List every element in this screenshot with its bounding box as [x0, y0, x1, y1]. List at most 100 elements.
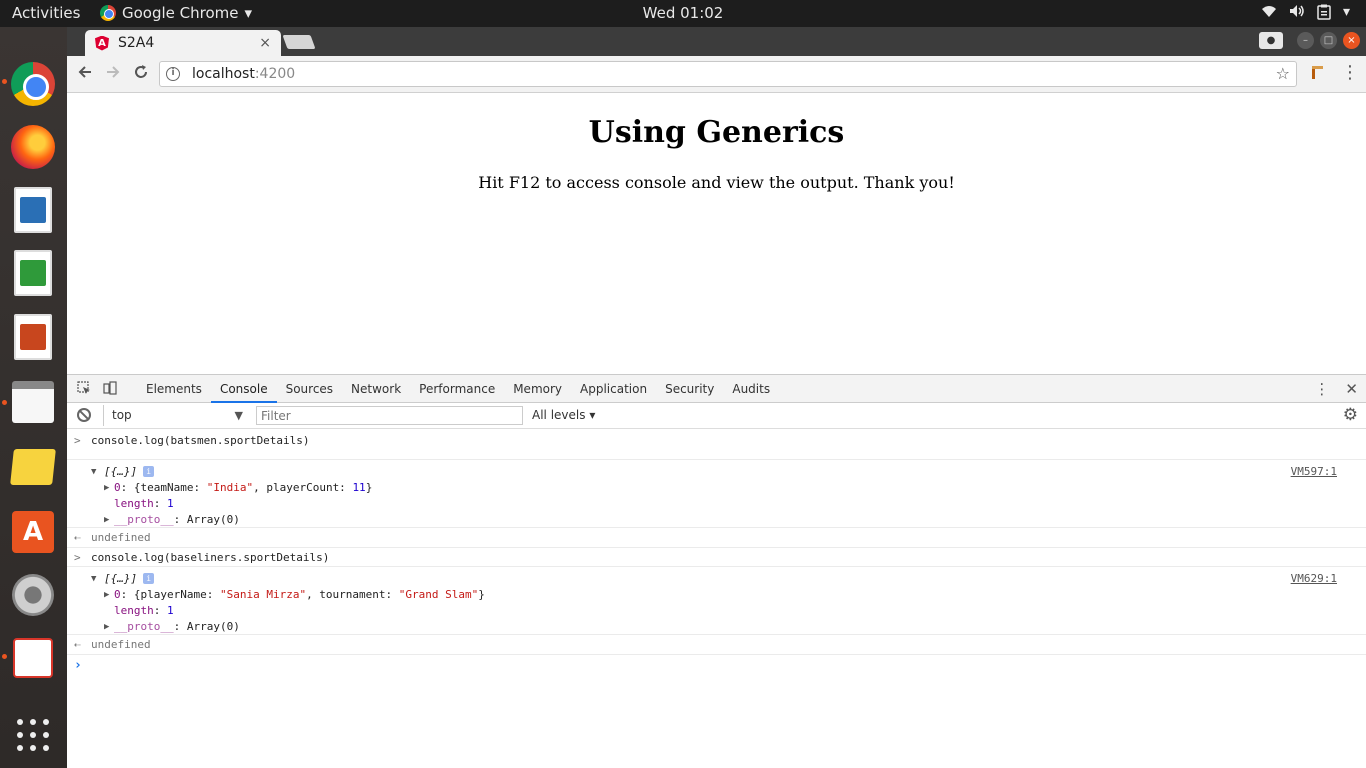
array-summary[interactable]: [{…}] i	[104, 465, 155, 478]
console-prompt[interactable]: ›	[67, 655, 1366, 768]
dock-impress[interactable]	[10, 314, 56, 360]
devtools-panel: Elements Console Sources Network Perform…	[67, 374, 1366, 768]
array-proto[interactable]: __proto__: Array(0)	[114, 513, 240, 526]
chevron-down-icon: ▾	[244, 4, 253, 22]
console-input-entry: > console.log(baseliners.sportDetails)	[67, 548, 1366, 567]
tab-elements[interactable]: Elements	[137, 375, 211, 403]
tab-audits[interactable]: Audits	[723, 375, 779, 403]
document-viewer-icon	[13, 638, 53, 678]
source-link[interactable]: VM629:1	[1291, 572, 1337, 585]
tab-strip: A S2A4 × ● – □ ×	[67, 27, 1366, 56]
devtools-tabbar: Elements Console Sources Network Perform…	[67, 375, 1366, 403]
tab-security[interactable]: Security	[656, 375, 723, 403]
console-filter-input[interactable]	[256, 406, 523, 425]
console-return-entry: ⇠ undefined	[67, 635, 1366, 655]
gear-icon[interactable]: ⚙	[1343, 405, 1358, 425]
chevron-right-icon: ›	[74, 658, 82, 673]
system-top-bar: Activities Google Chrome ▾ Wed 01:02 ▾	[0, 0, 1366, 27]
chevron-down-icon: ▾	[1342, 4, 1350, 20]
console-log-entry: ▼ [{…}] i VM597:1 ▶ 0: {teamName: "India"…	[67, 460, 1366, 528]
maximize-button[interactable]: □	[1320, 32, 1337, 49]
activities-button[interactable]: Activities	[12, 4, 80, 22]
extension-icon[interactable]	[1310, 63, 1326, 83]
device-toolbar-icon[interactable]	[102, 381, 118, 397]
back-button[interactable]	[74, 63, 96, 85]
app-menu-label: Google Chrome	[122, 4, 239, 22]
expand-triangle-icon[interactable]: ▼	[91, 467, 96, 477]
expand-triangle-icon[interactable]: ▶	[104, 590, 109, 600]
tab-memory[interactable]: Memory	[504, 375, 571, 403]
software-center-icon: A	[12, 511, 54, 553]
settings-icon	[12, 574, 54, 616]
info-icon: i	[143, 466, 155, 477]
bookmark-star-icon[interactable]: ☆	[1276, 64, 1290, 83]
url-port: :4200	[254, 66, 296, 82]
dock-firefox[interactable]	[10, 124, 56, 170]
dock-calc[interactable]	[10, 250, 56, 296]
clear-console-icon[interactable]	[77, 408, 91, 422]
chevron-right-icon: >	[74, 551, 81, 564]
address-bar[interactable]: i localhost:4200 ☆	[159, 61, 1297, 87]
expand-triangle-icon[interactable]: ▶	[104, 622, 109, 632]
tab-sources[interactable]: Sources	[277, 375, 342, 403]
array-item-0[interactable]: 0: {teamName: "India", playerCount: 11}	[114, 481, 372, 494]
dock-software[interactable]: A	[10, 509, 56, 555]
dock-notes[interactable]	[10, 444, 56, 490]
dock-text-editor[interactable]	[10, 379, 56, 425]
app-menu[interactable]: Google Chrome ▾	[100, 4, 252, 22]
devtools-menu-icon[interactable]: ⋮	[1314, 380, 1329, 398]
text-editor-icon	[12, 381, 54, 423]
page-instructions: Hit F12 to access console and view the o…	[478, 173, 955, 192]
dock-settings[interactable]	[10, 572, 56, 618]
dock-chrome[interactable]	[10, 61, 56, 107]
console-log-entry: ▼ [{…}] i VM629:1 ▶ 0: {playerName: "Sani…	[67, 567, 1366, 635]
new-tab-button[interactable]	[282, 35, 316, 49]
chrome-menu-icon[interactable]: ⋮	[1341, 62, 1359, 83]
tab-performance[interactable]: Performance	[410, 375, 504, 403]
close-icon[interactable]: ×	[259, 35, 271, 51]
caret-down-icon: ▾	[589, 408, 596, 422]
running-indicator	[2, 654, 7, 659]
expand-triangle-icon[interactable]: ▶	[104, 483, 109, 493]
forward-button[interactable]	[102, 63, 124, 85]
console-toolbar: top ▼ All levels ▾ ⚙	[67, 403, 1366, 429]
info-icon[interactable]: i	[166, 67, 180, 81]
tab-network[interactable]: Network	[342, 375, 410, 403]
running-indicator	[2, 400, 7, 405]
window-controls: ● – □ ×	[1259, 32, 1360, 49]
devtools-tabs: Elements Console Sources Network Perform…	[137, 375, 779, 403]
tab-application[interactable]: Application	[571, 375, 656, 403]
log-levels-dropdown[interactable]: All levels ▾	[532, 408, 595, 422]
wifi-icon	[1261, 4, 1277, 24]
array-proto[interactable]: __proto__: Array(0)	[114, 620, 240, 633]
tab-console[interactable]: Console	[210, 375, 277, 403]
devtools-right-controls: ⋮ ✕	[1314, 380, 1358, 398]
expand-triangle-icon[interactable]: ▼	[91, 574, 96, 584]
console-return-entry: ⇠ undefined	[67, 528, 1366, 548]
expand-triangle-icon[interactable]: ▶	[104, 515, 109, 525]
writer-icon	[14, 187, 52, 233]
show-applications-button[interactable]	[10, 712, 56, 758]
tab-s2a4[interactable]: A S2A4 ×	[85, 30, 281, 56]
array-summary[interactable]: [{…}] i	[104, 572, 155, 585]
close-icon[interactable]: ✕	[1345, 380, 1358, 398]
profile-icon[interactable]: ●	[1259, 32, 1283, 49]
notepad-icon	[10, 449, 56, 485]
chrome-icon	[100, 5, 116, 21]
firefox-icon	[11, 125, 55, 169]
context-selector[interactable]: top ▼	[103, 405, 245, 426]
chrome-icon	[11, 62, 55, 106]
dock-document-viewer[interactable]	[10, 635, 56, 681]
array-item-0[interactable]: 0: {playerName: "Sania Mirza", tournamen…	[114, 588, 485, 601]
dock-writer[interactable]	[10, 187, 56, 233]
reload-button[interactable]	[130, 63, 152, 85]
close-window-button[interactable]: ×	[1343, 32, 1360, 49]
return-value: undefined	[91, 531, 151, 544]
browser-toolbar: i localhost:4200 ☆ ⋮	[67, 56, 1366, 93]
chrome-window: A S2A4 × ● – □ × i localhost:4200 ☆ ⋮ U…	[67, 27, 1366, 768]
source-link[interactable]: VM597:1	[1291, 465, 1337, 478]
inspect-element-icon[interactable]	[76, 381, 92, 397]
minimize-button[interactable]: –	[1297, 32, 1314, 49]
system-tray[interactable]: ▾	[1261, 4, 1350, 24]
running-indicator	[2, 79, 7, 84]
